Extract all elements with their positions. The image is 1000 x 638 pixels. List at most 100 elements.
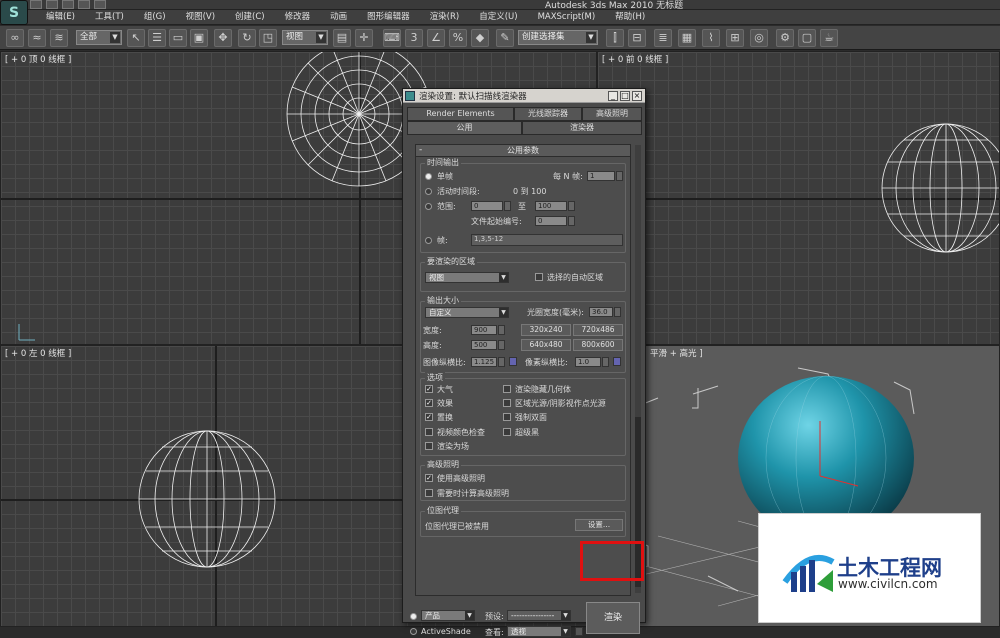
align-icon[interactable]: ⊟ [628,29,646,47]
tab-renderer[interactable]: 渲染器 [522,121,642,135]
angle-snap-icon[interactable]: ∠ [427,29,445,47]
app-logo-icon[interactable]: S [0,0,28,25]
tab-common[interactable]: 公用 [407,121,522,135]
effects-checkbox[interactable]: ✓ [425,399,433,407]
file-number-spinner[interactable] [568,216,575,226]
lock-pixel-aspect-icon[interactable] [613,357,621,366]
unlink-icon[interactable]: ≈ [28,29,46,47]
aperture-width-input[interactable]: 36.0 [589,307,613,317]
link-icon[interactable]: ∞ [6,29,24,47]
viewport-front-label[interactable]: [ + 0 前 0 线框 ] [602,53,668,65]
preset-640x480-button[interactable]: 640x480 [521,339,571,351]
height-spinner[interactable] [498,340,505,350]
rendered-frame-icon[interactable]: ▢ [798,29,816,47]
height-input[interactable]: 500 [471,340,497,350]
every-nth-spinner[interactable] [616,171,623,181]
production-mode-radio[interactable] [410,613,417,620]
active-segment-radio[interactable] [425,188,432,195]
rect-selection-icon[interactable]: ▭ [169,29,187,47]
frames-input[interactable]: 1,3,5-12 [471,234,623,246]
image-aspect-spinner[interactable] [498,357,505,367]
reference-coord-select[interactable]: 视图 ▼ [282,30,328,45]
output-size-preset-select[interactable]: 自定义 ▼ [425,307,509,318]
select-move-icon[interactable]: ✥ [214,29,232,47]
file-number-input[interactable]: 0 [535,216,567,226]
menu-modifiers[interactable]: 修改器 [275,11,321,24]
menu-maxscript[interactable]: MAXScript(M) [528,11,606,24]
percent-snap-icon[interactable]: % [449,29,467,47]
menu-views[interactable]: 视图(V) [176,11,225,24]
tab-advanced-lighting[interactable]: 高级照明 [582,107,642,121]
named-selection-sets[interactable]: 创建选择集 ▼ [518,30,598,45]
every-nth-input[interactable]: 1 [587,171,615,181]
rollout-header[interactable]: - 公用参数 [416,145,630,157]
pivot-center-icon[interactable]: ▤ [333,29,351,47]
viewport-front[interactable]: [ + 0 前 0 线框 ] [597,51,1000,345]
aperture-width-spinner[interactable] [614,307,621,317]
preset-320x240-button[interactable]: 320x240 [521,324,571,336]
menu-tools[interactable]: 工具(T) [85,11,134,24]
width-input[interactable]: 900 [471,325,497,335]
keyboard-shortcut-icon[interactable]: ⌨ [383,29,401,47]
curve-editor-icon[interactable]: ⌇ [702,29,720,47]
width-spinner[interactable] [498,325,505,335]
bind-spacewarp-icon[interactable]: ≋ [50,29,68,47]
range-to-spinner[interactable] [568,201,575,211]
render-button[interactable]: 渲染 [586,602,640,634]
video-color-check-checkbox[interactable] [425,428,433,436]
rollout-scrollbar[interactable] [635,145,641,593]
use-advanced-lighting-checkbox[interactable]: ✓ [425,474,433,482]
render-production-icon[interactable]: ☕ [820,29,838,47]
menu-customize[interactable]: 自定义(U) [469,11,527,24]
compute-advanced-lighting-checkbox[interactable] [425,489,433,497]
activeshade-mode-radio[interactable] [410,628,417,635]
graphite-tools-icon[interactable]: ▦ [678,29,696,47]
image-aspect-input[interactable]: 1.125 [471,357,497,367]
viewport-left-label[interactable]: [ + 0 左 0 线框 ] [5,347,71,359]
snap-toggle-icon[interactable]: 3 [405,29,423,47]
viewport-top-label[interactable]: [ + 0 顶 0 线框 ] [5,53,71,65]
preset-720x486-button[interactable]: 720x486 [573,324,623,336]
material-editor-icon[interactable]: ◎ [750,29,768,47]
lock-view-icon[interactable] [575,627,583,636]
force-2sided-checkbox[interactable] [503,413,511,421]
dialog-title-bar[interactable]: 渲染设置: 默认扫描线渲染器 _ □ × [403,89,645,103]
view-select[interactable]: 透视 ▼ [507,626,571,637]
single-frame-radio[interactable] [425,173,432,180]
select-scale-icon[interactable]: ◳ [259,29,277,47]
select-rotate-icon[interactable]: ↻ [238,29,256,47]
production-mode-select[interactable]: 产品 ▼ [421,610,475,621]
select-by-name-icon[interactable]: ☰ [148,29,166,47]
mirror-icon[interactable]: ⫿ [606,29,624,47]
lock-aspect-icon[interactable] [509,357,517,366]
spinner-snap-icon[interactable]: ◆ [471,29,489,47]
area-lights-checkbox[interactable] [503,399,511,407]
pixel-aspect-spinner[interactable] [602,357,609,367]
viewport-persp-label[interactable]: 平滑 + 高光 ] [650,347,703,359]
range-to-input[interactable]: 100 [535,201,567,211]
minimize-button[interactable]: _ [608,91,618,101]
render-hidden-checkbox[interactable] [503,385,511,393]
range-radio[interactable] [425,203,432,210]
maximize-button[interactable]: □ [620,91,630,101]
window-crossing-icon[interactable]: ▣ [190,29,208,47]
frames-radio[interactable] [425,237,432,244]
range-from-input[interactable]: 0 [471,201,503,211]
super-black-checkbox[interactable] [503,428,511,436]
new-file-icon[interactable] [30,0,42,9]
undo-icon[interactable] [78,0,90,9]
schematic-view-icon[interactable]: ⊞ [726,29,744,47]
pixel-aspect-input[interactable]: 1.0 [575,357,601,367]
select-manipulate-icon[interactable]: ✛ [355,29,373,47]
menu-rendering[interactable]: 渲染(R) [420,11,470,24]
menu-animation[interactable]: 动画 [320,11,357,24]
area-to-render-select[interactable]: 视图 ▼ [425,272,509,283]
save-file-icon[interactable] [62,0,74,9]
edit-named-selection-icon[interactable]: ✎ [496,29,514,47]
menu-create[interactable]: 创建(C) [225,11,275,24]
range-from-spinner[interactable] [504,201,511,211]
menu-graph-editors[interactable]: 图形编辑器 [357,11,420,24]
displacement-checkbox[interactable]: ✓ [425,413,433,421]
render-fields-checkbox[interactable] [425,442,433,450]
render-setup-icon[interactable]: ⚙ [776,29,794,47]
